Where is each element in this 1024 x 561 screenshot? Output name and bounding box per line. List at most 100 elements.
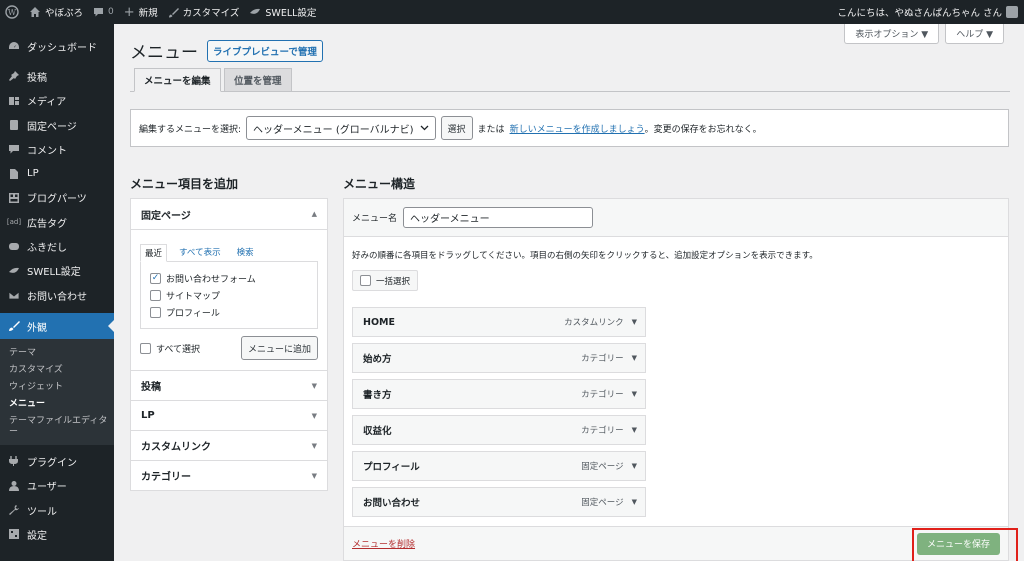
sidebar-item-appearance[interactable]: 外観 xyxy=(0,313,114,340)
bulk-select-button[interactable]: 一括選択 xyxy=(352,270,419,291)
accordion-categories-header[interactable]: カテゴリー ▼ xyxy=(131,460,327,490)
tab-search[interactable]: 検索 xyxy=(233,244,258,262)
page-label: サイトマップ xyxy=(166,292,221,302)
accordion-lp-header[interactable]: LP ▼ xyxy=(131,400,327,430)
caret-down-icon: ▼ xyxy=(311,411,317,420)
checkbox[interactable] xyxy=(150,290,161,301)
pages-checklist: ✓ お問い合わせフォーム サイトマップ プロフィール xyxy=(140,261,318,329)
accordion-title: 投稿 xyxy=(141,382,161,393)
pages-footer: すべて選択 メニューに追加 xyxy=(140,336,318,360)
sidebar-item-label: 固定ページ xyxy=(27,121,77,133)
sidebar-item-tools[interactable]: ツール xyxy=(0,498,114,522)
tab-view-all[interactable]: すべて表示 xyxy=(175,244,225,262)
chevron-down-icon xyxy=(420,125,429,131)
brush-icon xyxy=(168,7,179,18)
swell-settings-link[interactable]: SWELL設定 xyxy=(244,0,321,24)
admin-bar: W やぼぷろ 0 + 新規 カスタマイズ SWELL設定 こんにちは、やぬさんぱん… xyxy=(0,0,1024,24)
page-label: お問い合わせフォーム xyxy=(166,275,256,285)
live-preview-button[interactable]: ライブプレビューで管理 xyxy=(207,39,323,62)
tab-edit-menus[interactable]: メニューを編集 xyxy=(134,68,221,92)
page-title: メニュー xyxy=(130,43,198,63)
tab-manage-locations[interactable]: 位置を管理 xyxy=(224,68,292,92)
checkbox-checked[interactable]: ✓ xyxy=(150,273,161,284)
menu-select-dropdown[interactable]: ヘッダーメニュー (グローバルナビ) xyxy=(246,116,436,140)
list-item[interactable]: ✓ お問い合わせフォーム xyxy=(150,270,308,287)
submenu-theme-editor[interactable]: テーマファイルエディター xyxy=(0,413,114,441)
new-content-link[interactable]: + 新規 xyxy=(119,0,163,24)
wp-logo-button[interactable]: W xyxy=(0,0,24,24)
highlight-box xyxy=(912,528,1018,561)
sidebar-item-balloon[interactable]: ふきだし xyxy=(0,234,114,258)
sidebar-item-posts[interactable]: 投稿 xyxy=(0,64,114,88)
caret-down-icon[interactable]: ▼ xyxy=(632,462,637,470)
sidebar-item-plugins[interactable]: プラグイン xyxy=(0,449,114,473)
sidebar-item-label: 外観 xyxy=(27,322,47,334)
accordion-pages-header[interactable]: 固定ページ ▲ xyxy=(131,199,327,229)
menu-item[interactable]: 書き方 カテゴリー ▼ xyxy=(352,379,646,409)
plugin-icon xyxy=(8,455,20,467)
select-menu-button[interactable]: 選択 xyxy=(440,116,473,140)
sidebar-item-adtags[interactable]: [ad] 広告タグ xyxy=(0,210,114,234)
customize-link[interactable]: カスタマイズ xyxy=(163,0,245,24)
drag-instructions: 好みの順番に各項目をドラッグしてください。項目の右側の矢印をクリックすると、追加… xyxy=(352,251,818,261)
new-label: 新規 xyxy=(138,8,158,19)
swell-label: SWELL設定 xyxy=(265,8,317,19)
avatar xyxy=(1006,6,1018,18)
checkbox[interactable] xyxy=(140,342,151,354)
sidebar-item-blogparts[interactable]: ブログパーツ xyxy=(0,186,114,210)
accordion-posts-header[interactable]: 投稿 ▼ xyxy=(131,370,327,400)
sidebar-item-swell[interactable]: SWELL設定 xyxy=(0,259,114,283)
tab-recent[interactable]: 最近 xyxy=(140,244,168,262)
settings-icon xyxy=(8,528,20,540)
sidebar-item-lp[interactable]: LP xyxy=(0,161,114,185)
help-button[interactable]: ヘルプ ▼ xyxy=(945,24,1004,44)
sidebar-item-settings[interactable]: 設定 xyxy=(0,522,114,546)
my-account-link[interactable]: こんにちは、やぬさんぱんちゃん さん xyxy=(837,5,1024,19)
checkbox[interactable] xyxy=(150,307,161,318)
add-to-menu-button[interactable]: メニューに追加 xyxy=(240,336,318,360)
create-menu-link[interactable]: 新しいメニューを作成しましょう xyxy=(510,122,645,135)
sidebar-item-dashboard[interactable]: ダッシュボード xyxy=(0,34,114,58)
delete-menu-link[interactable]: メニューを削除 xyxy=(352,537,415,550)
screen-options-button[interactable]: 表示オプション ▼ xyxy=(844,24,940,44)
menu-item[interactable]: 始め方 カテゴリー ▼ xyxy=(352,343,646,373)
menu-item[interactable]: お問い合わせ 固定ページ ▼ xyxy=(352,487,646,517)
caret-down-icon[interactable]: ▼ xyxy=(632,354,637,362)
menu-items-list: HOME カスタムリンク ▼ 始め方 カテゴリー ▼ 書き方 カテゴリー ▼ 収益化 カテゴリ… xyxy=(352,307,1000,517)
sidebar-item-users[interactable]: ユーザー xyxy=(0,474,114,498)
submenu-customize[interactable]: カスタマイズ xyxy=(0,362,114,379)
brush-icon xyxy=(8,320,20,332)
select-all-toggle[interactable]: すべて選択 xyxy=(140,340,200,357)
caret-down-icon[interactable]: ▼ xyxy=(632,426,637,434)
menu-item-title: 書き方 xyxy=(363,390,392,401)
site-name: やぼぷろ xyxy=(45,8,84,19)
sidebar-item-media[interactable]: メディア xyxy=(0,89,114,113)
menu-item[interactable]: HOME カスタムリンク ▼ xyxy=(352,307,646,337)
menu-item-title: 始め方 xyxy=(363,354,392,365)
menu-name-value: ヘッダーメニュー xyxy=(410,214,490,225)
caret-down-icon[interactable]: ▼ xyxy=(632,390,637,398)
menu-structure-body: 好みの順番に各項目をドラッグしてください。項目の右側の矢印をクリックすると、追加… xyxy=(344,237,1008,517)
sidebar-item-comments[interactable]: コメント xyxy=(0,137,114,161)
menu-item[interactable]: 収益化 カテゴリー ▼ xyxy=(352,415,646,445)
menu-item[interactable]: プロフィール 固定ページ ▼ xyxy=(352,451,646,481)
sidebar-item-contact[interactable]: お問い合わせ xyxy=(0,283,114,307)
list-item[interactable]: プロフィール xyxy=(150,304,308,321)
comments-link[interactable]: 0 xyxy=(88,0,119,24)
caret-down-icon[interactable]: ▼ xyxy=(632,498,637,506)
list-item[interactable]: サイトマップ xyxy=(150,287,308,304)
site-name-link[interactable]: やぼぷろ xyxy=(24,0,88,24)
main-content: 表示オプション ▼ ヘルプ ▼ メニュー ライブプレビューで管理 メニューを編集 … xyxy=(114,24,1024,561)
submenu-themes[interactable]: テーマ xyxy=(0,345,114,362)
menu-name-input[interactable]: ヘッダーメニュー xyxy=(403,207,594,228)
submenu-widgets[interactable]: ウィジェット xyxy=(0,379,114,396)
accordion-title: 固定ページ xyxy=(141,210,191,222)
submenu-menus[interactable]: メニュー xyxy=(0,396,114,413)
sidebar-item-pages[interactable]: 固定ページ xyxy=(0,113,114,137)
plus-icon: + xyxy=(123,4,135,20)
pin-icon xyxy=(8,70,20,82)
menu-footer: メニューを削除 メニューを保存 xyxy=(344,526,1008,560)
caret-down-icon[interactable]: ▼ xyxy=(632,318,637,326)
accordion-title: LP xyxy=(141,410,155,421)
accordion-custom-links-header[interactable]: カスタムリンク ▼ xyxy=(131,430,327,460)
